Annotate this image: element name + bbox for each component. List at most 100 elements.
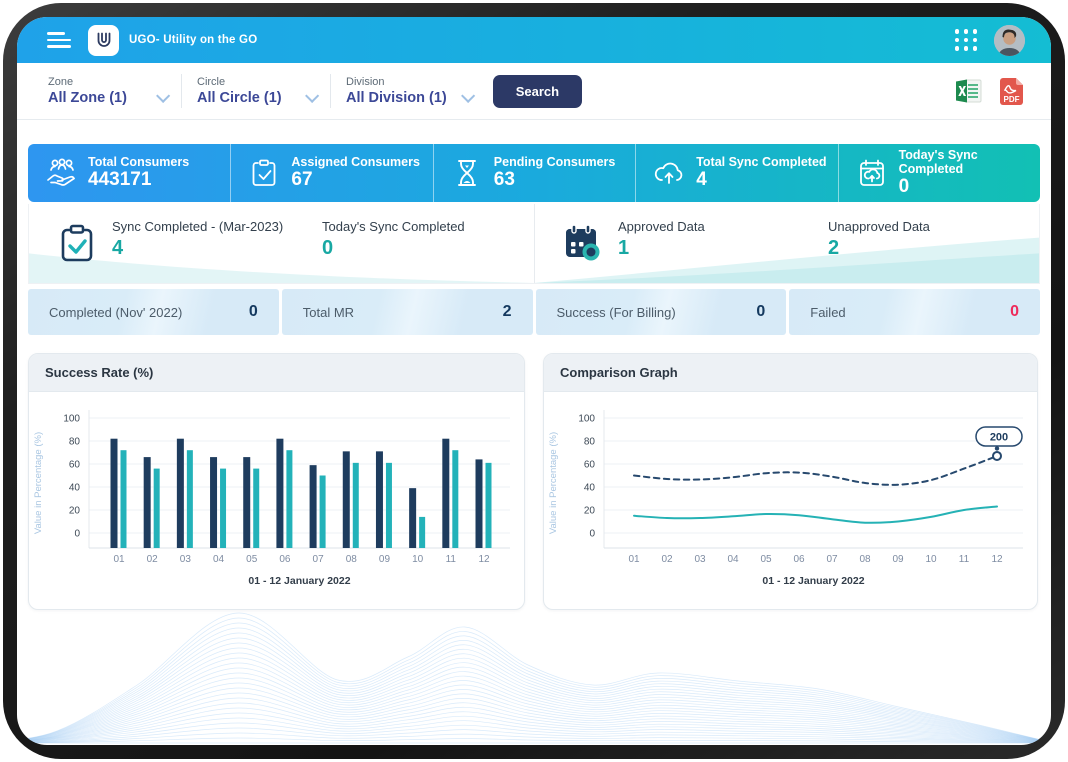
dashboard-content: Total Consumers 443171 Assigned Consumer… xyxy=(17,144,1051,610)
svg-text:04: 04 xyxy=(727,554,739,565)
consumers-hand-icon xyxy=(44,157,78,189)
approval-summary: Approved Data 1 Unapproved Data 2 xyxy=(534,204,1039,283)
kpi-value: 0 xyxy=(899,176,1040,198)
app-screen: UGO- Utility on the GO Zone xyxy=(17,17,1051,745)
svg-text:Value in Percentage (%): Value in Percentage (%) xyxy=(33,432,44,534)
comparison-line-chart: 02040608010001020304050607080910111201 -… xyxy=(544,392,1037,604)
kpi-value: 4 xyxy=(696,169,826,191)
division-dropdown[interactable]: Division All Division (1) xyxy=(346,76,471,106)
svg-text:08: 08 xyxy=(346,554,358,565)
summary-label: Approved Data xyxy=(618,219,814,234)
summary-value: 2 xyxy=(828,237,1024,260)
svg-text:06: 06 xyxy=(793,554,805,565)
filter-bar: Zone All Zone (1) Circle All Circle (1) … xyxy=(17,63,1051,120)
summary-stat: Sync Completed - (Mar-2023) 4 xyxy=(112,219,308,260)
chevron-down-icon xyxy=(461,89,475,103)
sync-summary: Sync Completed - (Mar-2023) 4 Today's Sy… xyxy=(29,204,534,283)
pending-consumers-card: Pending Consumers 63 xyxy=(433,144,635,202)
clipboard-check-icon xyxy=(56,221,98,267)
success-rate-card: Success Rate (%) 02040608010001020304050… xyxy=(28,353,525,610)
search-button[interactable]: Search xyxy=(493,75,582,108)
svg-text:100: 100 xyxy=(578,414,595,425)
total-mr-stat: Total MR 2 xyxy=(282,289,533,335)
apps-grid-icon[interactable] xyxy=(955,29,978,50)
svg-text:02: 02 xyxy=(661,554,673,565)
total-consumers-card: Total Consumers 443171 xyxy=(28,144,230,202)
svg-text:100: 100 xyxy=(63,414,80,425)
zone-label: Zone xyxy=(48,76,166,88)
chart-title: Success Rate (%) xyxy=(29,354,524,392)
svg-text:20: 20 xyxy=(584,506,596,517)
divider xyxy=(181,74,182,108)
summary-stat: Unapproved Data 2 xyxy=(828,219,1024,260)
charts-row: Success Rate (%) 02040608010001020304050… xyxy=(28,353,1040,610)
summary-row: Sync Completed - (Mar-2023) 4 Today's Sy… xyxy=(28,204,1040,284)
ugo-logo xyxy=(88,25,119,56)
zone-value: All Zone (1) xyxy=(48,90,127,106)
kpi-value: 63 xyxy=(494,169,616,191)
svg-text:11: 11 xyxy=(959,554,970,565)
svg-text:PDF: PDF xyxy=(1004,95,1020,104)
kpi-label: Total Consumers xyxy=(88,155,189,169)
svg-text:05: 05 xyxy=(760,554,772,565)
excel-export-icon[interactable] xyxy=(954,77,984,105)
pdf-export-icon[interactable]: PDF xyxy=(998,77,1025,106)
zone-dropdown[interactable]: Zone All Zone (1) xyxy=(48,76,166,106)
today-sync-card: Today's Sync Completed 0 xyxy=(838,144,1040,202)
kpi-label: Today's Sync Completed xyxy=(899,148,1040,176)
svg-text:20: 20 xyxy=(69,506,81,517)
mini-value: 0 xyxy=(756,303,765,321)
summary-stat: Approved Data 1 xyxy=(618,219,814,260)
svg-text:05: 05 xyxy=(246,554,258,565)
circle-dropdown[interactable]: Circle All Circle (1) xyxy=(197,76,315,106)
svg-text:0: 0 xyxy=(74,529,80,540)
failed-stat: Failed 0 xyxy=(789,289,1040,335)
clipboard-check-icon xyxy=(247,157,281,189)
svg-text:10: 10 xyxy=(412,554,424,565)
svg-text:80: 80 xyxy=(69,437,81,448)
user-avatar[interactable] xyxy=(994,25,1025,56)
app-header: UGO- Utility on the GO xyxy=(17,17,1051,63)
svg-text:01: 01 xyxy=(113,554,125,565)
svg-text:12: 12 xyxy=(478,554,490,565)
summary-value: 4 xyxy=(112,237,308,260)
kpi-value: 443171 xyxy=(88,169,189,191)
svg-text:07: 07 xyxy=(313,554,325,565)
comparison-graph-card: Comparison Graph 02040608010001020304050… xyxy=(543,353,1038,610)
assigned-consumers-card: Assigned Consumers 67 xyxy=(230,144,432,202)
calendar-sync-icon xyxy=(855,157,889,189)
success-rate-bar-chart: 02040608010001020304050607080910111201 -… xyxy=(29,392,524,604)
chevron-down-icon xyxy=(305,89,319,103)
svg-text:0: 0 xyxy=(589,529,595,540)
chevron-down-icon xyxy=(156,89,170,103)
menu-icon[interactable] xyxy=(47,32,71,48)
cloud-upload-icon xyxy=(652,157,686,189)
mini-stats-row: Completed (Nov' 2022) 0 Total MR 2 Succe… xyxy=(28,289,1040,335)
svg-text:09: 09 xyxy=(379,554,391,565)
mini-label: Success (For Billing) xyxy=(557,305,676,320)
completed-stat: Completed (Nov' 2022) 0 xyxy=(28,289,279,335)
svg-text:03: 03 xyxy=(180,554,192,565)
svg-text:60: 60 xyxy=(584,460,596,471)
total-sync-card: Total Sync Completed 4 xyxy=(635,144,837,202)
division-value: All Division (1) xyxy=(346,90,447,106)
svg-text:60: 60 xyxy=(69,460,81,471)
svg-text:01: 01 xyxy=(628,554,640,565)
svg-text:09: 09 xyxy=(892,554,904,565)
svg-text:80: 80 xyxy=(584,437,596,448)
mini-label: Completed (Nov' 2022) xyxy=(49,305,182,320)
kpi-value: 67 xyxy=(291,169,420,191)
chart-title: Comparison Graph xyxy=(544,354,1037,392)
svg-text:12: 12 xyxy=(991,554,1003,565)
summary-value: 1 xyxy=(618,237,814,260)
ugo-logo-mark xyxy=(92,28,116,52)
summary-label: Today's Sync Completed xyxy=(322,219,518,234)
summary-label: Sync Completed - (Mar-2023) xyxy=(112,219,308,234)
avatar-image xyxy=(994,25,1025,56)
summary-value: 0 xyxy=(322,237,518,260)
success-billing-stat: Success (For Billing) 0 xyxy=(536,289,787,335)
svg-text:Value in Percentage (%): Value in Percentage (%) xyxy=(548,432,559,534)
kpi-row: Total Consumers 443171 Assigned Consumer… xyxy=(28,144,1040,202)
svg-text:02: 02 xyxy=(147,554,159,565)
svg-text:11: 11 xyxy=(446,554,457,565)
